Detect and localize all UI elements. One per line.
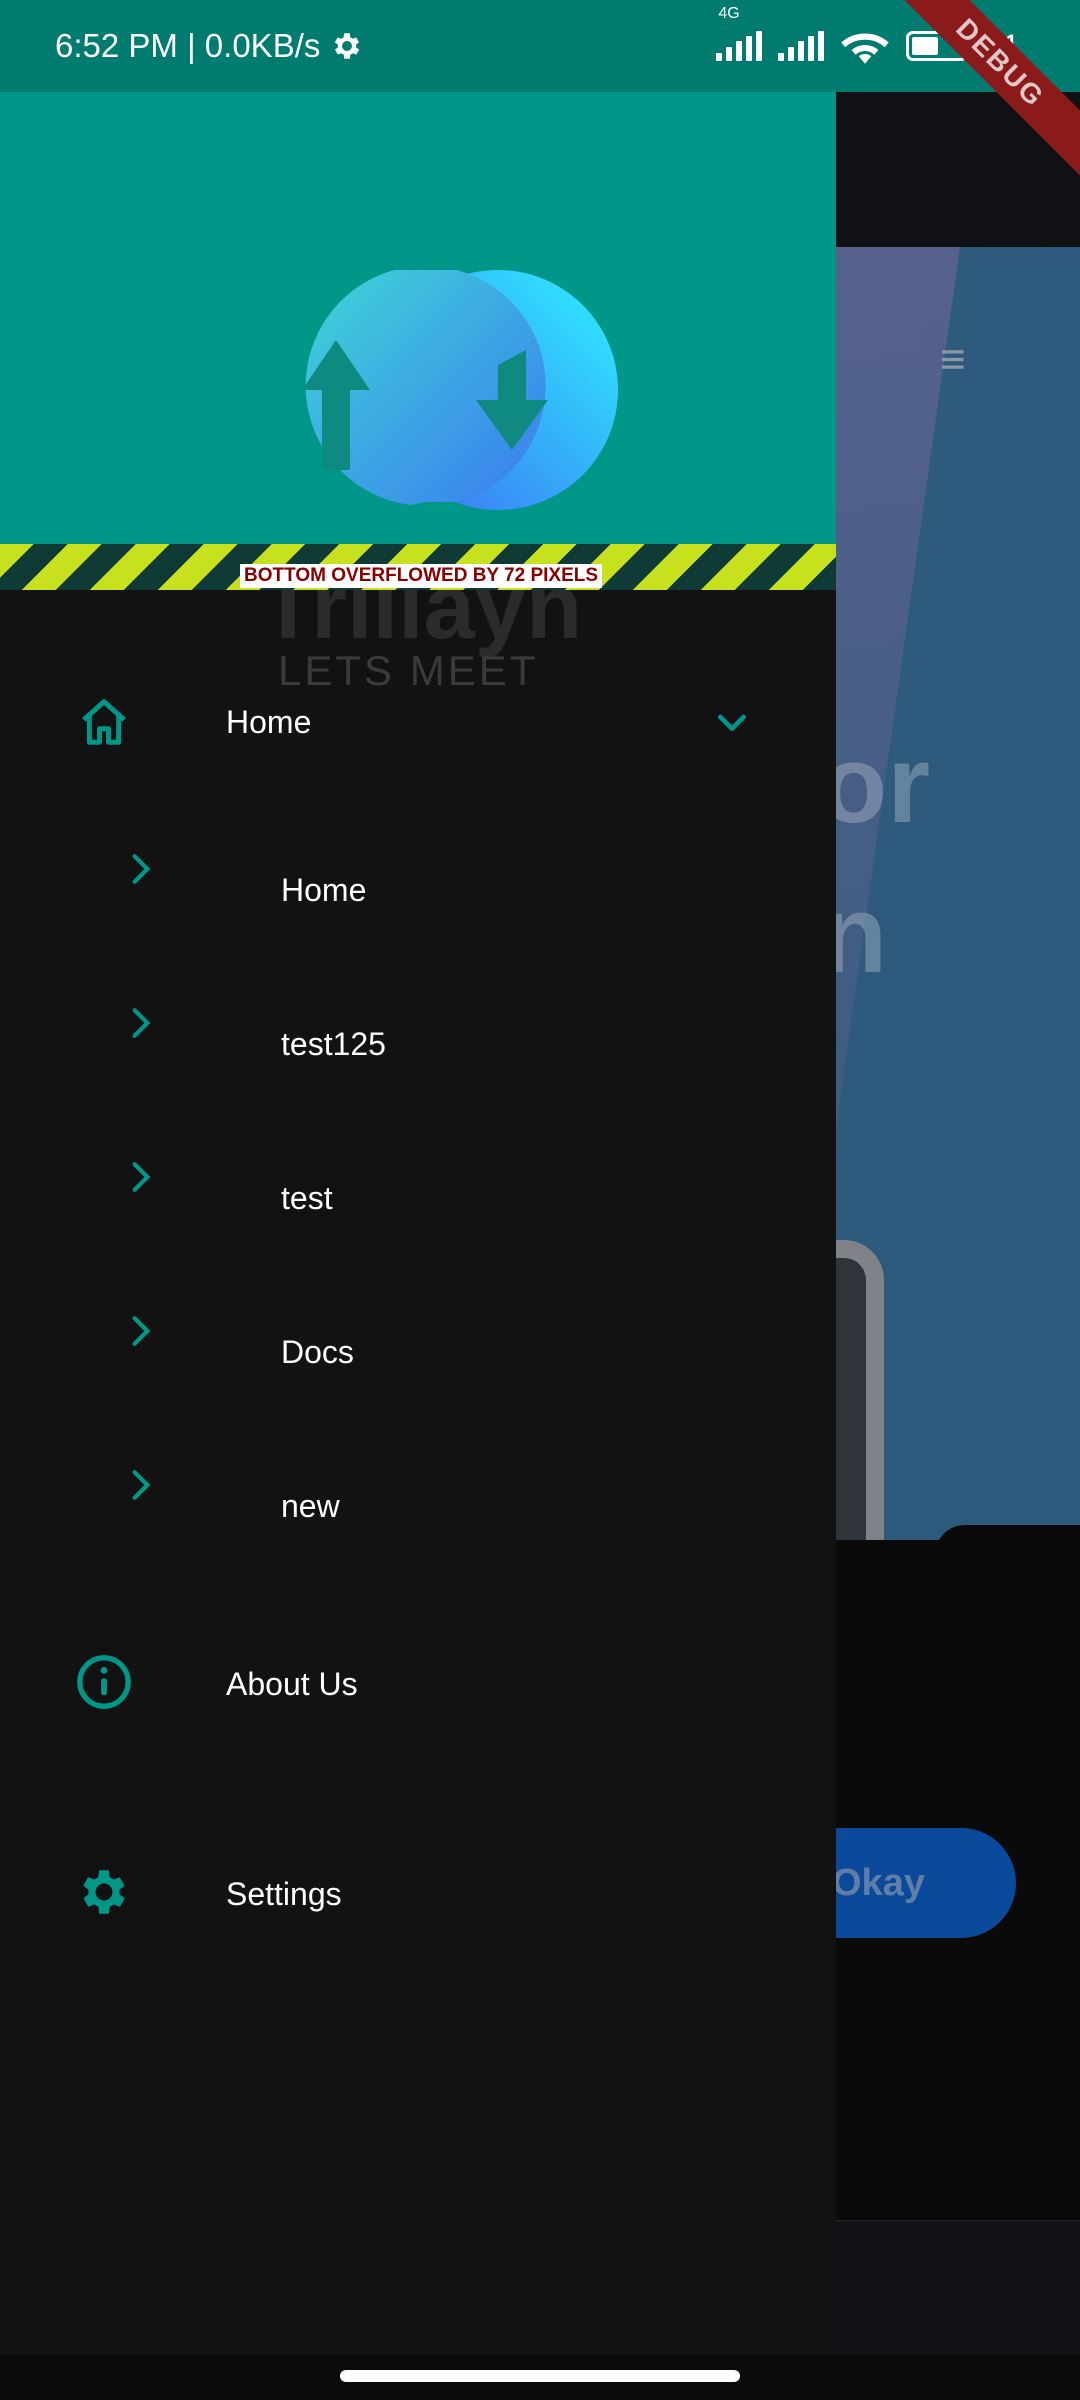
background-okay-label: Okay — [832, 1861, 925, 1904]
chevron-right-icon — [132, 1008, 151, 1038]
gear-icon — [74, 1862, 134, 1922]
menu-item-about-us[interactable]: About Us — [0, 1622, 836, 1742]
gear-icon — [335, 33, 360, 59]
status-time-speed: 6:52 PM | 0.0KB/s — [55, 27, 321, 64]
submenu-item-label: Docs — [281, 1334, 354, 1370]
network-type: 4G — [716, 5, 763, 61]
chevron-down-icon[interactable] — [712, 702, 752, 742]
screen: ≡ or n Okay 6:52 PM | 0.0KB/s 4G DEBUG T… — [0, 0, 1080, 2400]
background-hero-text: or n — [820, 710, 930, 1010]
menu-item-home[interactable]: Home — [0, 672, 836, 772]
cell-signal-icon — [716, 31, 763, 61]
cell-signal-2-icon — [778, 31, 825, 61]
submenu-item-label: Home — [281, 872, 367, 908]
wifi-icon — [841, 33, 890, 64]
overflow-warning-label: BOTTOM OVERFLOWED BY 72 PIXELS — [240, 564, 603, 588]
chevron-right-icon — [132, 1470, 151, 1500]
home-icon — [74, 692, 134, 752]
menu-item-settings-label: Settings — [226, 1876, 342, 1912]
status-left: 6:52 PM | 0.0KB/s — [55, 0, 364, 92]
network-label: 4G — [718, 5, 740, 22]
submenu-item[interactable]: test125 — [0, 986, 836, 1086]
chevron-right-icon — [132, 1162, 151, 1192]
submenu-item[interactable]: test — [0, 1140, 836, 1240]
menu-item-settings[interactable]: Settings — [0, 1832, 836, 1952]
chevron-right-icon — [132, 854, 151, 884]
submenu-item-label: test125 — [281, 1026, 386, 1062]
submenu-item-label: test — [281, 1180, 333, 1216]
background-hero-line-1: or — [820, 723, 930, 846]
submenu-item[interactable]: Home — [0, 832, 836, 932]
drawer-header — [0, 92, 836, 544]
menu-item-about-us-label: About Us — [226, 1666, 358, 1702]
home-indicator[interactable] — [340, 2370, 740, 2382]
submenu-item[interactable]: Docs — [0, 1294, 836, 1394]
navigation-drawer[interactable]: Trillayn LETS MEET BOTTOM OVERFLOWED BY … — [0, 92, 836, 2355]
info-icon — [74, 1652, 134, 1712]
background-hero-line-2: n — [820, 873, 888, 996]
app-logo-icon — [302, 270, 618, 510]
chevron-right-icon — [132, 1316, 151, 1346]
submenu-item[interactable]: new — [0, 1448, 836, 1548]
menu-item-home-label: Home — [226, 704, 312, 740]
background-hamburger-icon: ≡ — [940, 335, 966, 384]
submenu-item-label: new — [281, 1488, 340, 1524]
battery-fill — [912, 37, 939, 55]
